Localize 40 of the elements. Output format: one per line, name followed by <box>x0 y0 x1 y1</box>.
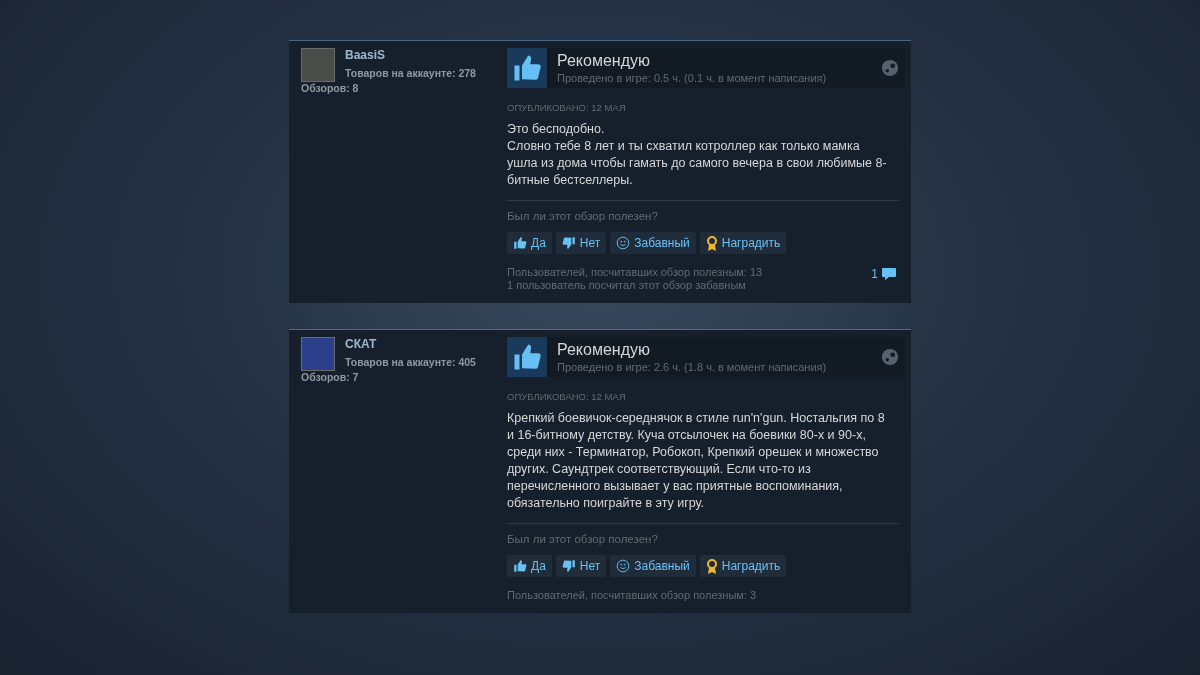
vote-button[interactable]: Наградить <box>699 555 787 577</box>
smiley-icon <box>616 559 631 573</box>
verdict-title: Рекомендую <box>557 52 651 70</box>
verdict-title: Рекомендую <box>557 341 651 359</box>
review-text: Это бесподобно. <box>507 121 606 138</box>
author-name[interactable]: СКАТ <box>345 337 476 351</box>
helpful-question: Был ли этот обзор полезен? <box>507 210 659 222</box>
vote-stats: Пользователей, посчитавших обзор полезным: 13 <box>507 266 763 278</box>
review-text: Крепкий боевичок-середнячок в стиле run'n'gun. Ностальгия по 8 и 16-битному детству. Куча отсылочек на боевики 80-х и 90-х, среди них - Терминатор, Робокоп, Крепкий орешек и множество других. Саундтрек соответствующий. Если что-то из перечисленного вызывает у вас приятные воспоминания, обязательно поиграйте в эту игру. <box>507 410 886 512</box>
award-icon <box>705 235 718 251</box>
smiley-icon <box>616 236 631 250</box>
avatar-placeholder[interactable] <box>301 337 335 371</box>
vote-button[interactable]: Да <box>507 555 552 577</box>
playtime-text: Проведено в игре: 0.5 ч. (0.1 ч. в момент написания) <box>557 72 828 84</box>
vote-stats: Пользователей, посчитавших обзор полезным: 3 <box>507 589 757 601</box>
reviews-count: Обзоров: 8 <box>301 82 360 94</box>
vote-button[interactable]: Да <box>507 232 552 254</box>
products-count: Товаров на аккаунте: 278 <box>345 67 476 79</box>
thumbs-up-icon <box>513 236 527 250</box>
comments-link[interactable]: 1 <box>871 266 897 282</box>
vote-stats: 1 пользователь посчитал этот обзор забавным <box>507 279 747 291</box>
vote-button[interactable]: Забавный <box>610 232 696 254</box>
author-name[interactable]: BaasiS <box>345 48 476 62</box>
helpful-question: Был ли этот обзор полезен? <box>507 533 659 545</box>
thumbs-down-icon <box>561 559 576 573</box>
thumbs-up-icon <box>513 559 527 573</box>
thumbs-down-icon <box>561 236 576 250</box>
products-count: Товаров на аккаунте: 405 <box>345 356 476 368</box>
posted-date: ОПУБЛИКОВАНО: 12 МАЯ <box>507 391 627 402</box>
posted-date: ОПУБЛИКОВАНО: 12 МАЯ <box>507 102 627 113</box>
review-text: Словно тебе 8 лет и ты схватил котроллер как только мамка ушла из дома чтобы гамать до самого вечера в свои любимые 8-битные бестселлеры. <box>507 138 888 189</box>
reviews-count: Обзоров: 7 <box>301 371 360 383</box>
avatar-placeholder[interactable] <box>301 48 335 82</box>
award-icon <box>705 558 718 574</box>
speech-bubble-icon <box>881 267 897 281</box>
playtime-text: Проведено в игре: 2.6 ч. (1.8 ч. в момент написания) <box>557 361 828 373</box>
vote-button[interactable]: Наградить <box>699 232 787 254</box>
vote-button[interactable]: Нет <box>555 232 607 254</box>
vote-button[interactable]: Забавный <box>610 555 696 577</box>
vote-button[interactable]: Нет <box>555 555 607 577</box>
